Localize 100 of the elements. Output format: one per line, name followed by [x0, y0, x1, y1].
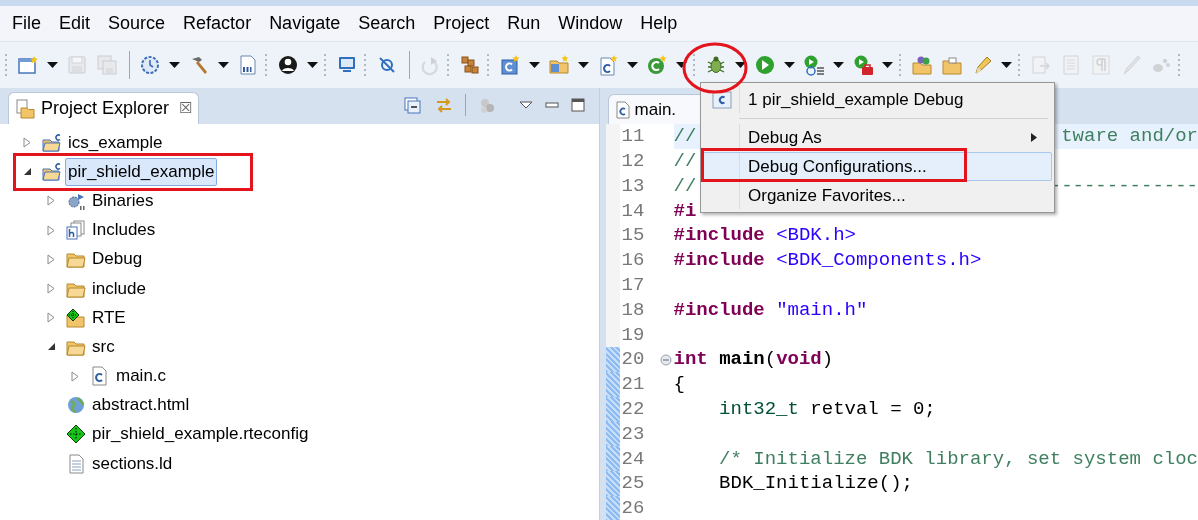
menu-item[interactable]: Edit	[53, 10, 97, 37]
code-line: #include <BDK_Components.h>	[673, 248, 982, 274]
c-file-icon	[614, 100, 631, 119]
c-launch-icon	[711, 90, 732, 109]
toolbar-grip	[4, 52, 8, 78]
line-number: 12	[620, 148, 646, 174]
code-line: int32_t retval = 0;	[718, 396, 936, 422]
dropdown-caret-icon	[47, 62, 58, 68]
close-icon[interactable]: ☒	[179, 97, 193, 120]
dropdown-caret-icon	[735, 62, 746, 68]
tree-item[interactable]: main.c	[113, 362, 170, 391]
menu-item[interactable]: Navigate	[263, 10, 347, 37]
save-all-icon	[96, 54, 118, 76]
new-window-icon	[17, 54, 39, 76]
line-number: 26	[620, 496, 646, 520]
person-circle-icon	[277, 54, 299, 76]
toolbar-grip	[898, 52, 902, 78]
menu-item[interactable]: Run	[501, 10, 547, 37]
dropdown-caret-icon	[627, 62, 638, 68]
tree-item[interactable]: include	[89, 274, 149, 303]
collapsed-arrow-icon[interactable]	[47, 253, 55, 265]
play-icon	[754, 54, 776, 76]
line-number: 17	[620, 272, 646, 298]
tree-item[interactable]: src	[89, 332, 118, 361]
document-arrow-icon	[1030, 54, 1052, 76]
tree-item[interactable]: Debug	[89, 245, 146, 274]
tree-item[interactable]: Includes	[89, 216, 159, 245]
code-line: /* Initialize BDK library, set system cloc	[718, 446, 1198, 472]
tree-item[interactable]: RTE	[89, 303, 129, 332]
collapsed-arrow-icon[interactable]	[71, 370, 79, 382]
diamond-icon	[66, 424, 86, 445]
view-menu-button[interactable]	[518, 101, 533, 109]
tree-item[interactable]: sections.ld	[89, 449, 176, 478]
menu-item[interactable]: Debug Configurations...	[703, 151, 1052, 181]
line-number: 23	[620, 421, 646, 447]
globe-icon	[66, 395, 86, 416]
project-explorer-tab[interactable]: Project Explorer ☒	[8, 92, 200, 124]
line-number: 21	[620, 372, 646, 398]
menu-item[interactable]: Help	[634, 10, 684, 37]
tree-item[interactable]: Binaries	[89, 186, 157, 215]
project-folder-icon	[42, 132, 62, 153]
toolbar-button[interactable]	[402, 95, 422, 115]
code-line: int main(void)	[673, 347, 834, 373]
code-line: {	[673, 372, 685, 398]
collapsed-arrow-icon[interactable]	[23, 137, 31, 149]
line-number: 19	[620, 322, 646, 348]
menu-item[interactable]: Source	[102, 10, 172, 37]
dropdown-caret-icon	[169, 62, 180, 68]
dropdown-caret-icon	[529, 62, 540, 68]
code-text: tware and/or	[1061, 124, 1198, 150]
toolbar-grip	[264, 52, 268, 78]
collapse-all-icon	[402, 95, 422, 115]
menu-item[interactable]: Debug As	[703, 122, 1052, 152]
collapsed-arrow-icon[interactable]	[47, 312, 55, 324]
dropdown-caret-icon	[833, 62, 844, 68]
menu-item[interactable]: Organize Favorites...	[703, 180, 1052, 210]
dropdown-caret-icon	[218, 62, 229, 68]
code-line: #include <BDK.h>	[673, 223, 856, 249]
save-icon	[66, 54, 88, 76]
toolbar-grip	[486, 52, 490, 78]
collapsed-arrow-icon[interactable]	[47, 224, 55, 236]
dropdown-caret-icon	[518, 101, 533, 109]
brush-icon	[1120, 54, 1142, 76]
menu-item[interactable]: Refactor	[177, 10, 258, 37]
tree-item[interactable]: pir_shield_example.rteconfig	[89, 420, 312, 449]
submenu-arrow-icon	[1031, 132, 1037, 142]
tree-item[interactable]: ics_example	[65, 128, 166, 157]
menu-item[interactable]: Search	[352, 10, 422, 37]
header-files-icon	[66, 220, 86, 241]
menu-item[interactable]: File	[6, 10, 47, 37]
circle-c-icon	[646, 54, 668, 76]
c-file-icon	[90, 366, 110, 387]
text-file-icon	[66, 453, 86, 474]
line-number: 16	[620, 248, 646, 274]
dropdown-caret-icon	[882, 62, 893, 68]
collapsed-arrow-icon[interactable]	[47, 195, 55, 207]
toolbar-grip	[692, 52, 696, 78]
menu-item[interactable]: Project	[427, 10, 496, 37]
collapsed-arrow-icon[interactable]	[47, 283, 55, 295]
pilcrow-icon	[1090, 54, 1112, 76]
binary-file-icon	[237, 54, 259, 76]
expanded-arrow-icon[interactable]	[22, 167, 32, 177]
folder-diamond-icon	[66, 307, 86, 328]
code-line: //	[673, 148, 697, 174]
menu-item[interactable]: Window	[552, 10, 629, 37]
gear-clock-icon	[139, 54, 161, 76]
tree-item[interactable]: pir_shield_example	[65, 157, 218, 186]
tree-item[interactable]: abstract.html	[89, 391, 193, 420]
expanded-arrow-icon[interactable]	[46, 342, 56, 352]
dropdown-caret-icon	[307, 62, 318, 68]
toolbar-grip	[1017, 52, 1021, 78]
play-list-icon	[803, 54, 825, 76]
play-toolbox-icon	[852, 54, 874, 76]
line-number: 20	[620, 347, 646, 373]
file-c-icon	[597, 54, 619, 76]
code-text: -------------	[1049, 173, 1198, 199]
code-line: //	[673, 124, 697, 150]
maximize-button[interactable]	[570, 98, 585, 112]
folder-c-icon	[548, 54, 570, 76]
bug-icon	[705, 54, 727, 76]
